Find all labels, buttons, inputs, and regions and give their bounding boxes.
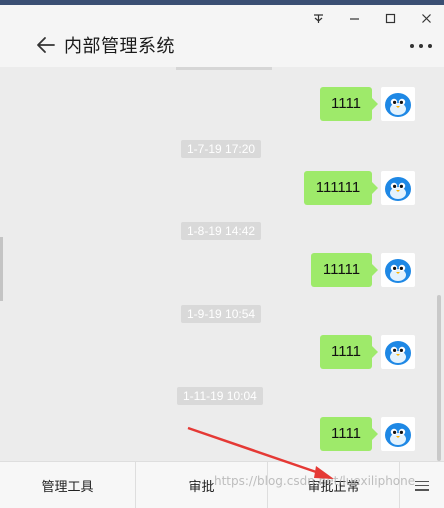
previous-timestamp-stub — [176, 67, 272, 70]
timestamp: 1-7-19 17:20 — [181, 140, 262, 158]
scrollbar-thumb[interactable] — [437, 295, 441, 461]
menu-icon[interactable] — [400, 462, 444, 508]
bird-avatar-icon — [385, 341, 411, 365]
chat-area[interactable]: 1111 1-7-19 17:20 111111 1-8-19 14:42 11… — [0, 67, 444, 461]
maximize-icon[interactable] — [372, 5, 408, 31]
timestamp: 1-9-19 10:54 — [181, 305, 262, 323]
tab-approval[interactable]: 审批 — [136, 462, 268, 508]
avatar[interactable] — [381, 87, 415, 121]
avatar[interactable] — [381, 171, 415, 205]
close-icon[interactable] — [408, 5, 444, 31]
timestamp: 1-8-19 14:42 — [181, 222, 262, 240]
title-bar: 内部管理系统 — [0, 5, 444, 67]
app-window: 内部管理系统 1111 1-7-19 17:20 111111 1-8-19 1… — [0, 5, 444, 508]
tab-approval-normal[interactable]: 审批正常 — [268, 462, 400, 508]
message-bubble[interactable]: 1111 — [320, 417, 378, 451]
window-controls — [300, 5, 444, 31]
more-options-icon[interactable] — [410, 38, 432, 54]
bird-avatar-icon — [385, 93, 411, 117]
message-bubble[interactable]: 1111 — [320, 87, 378, 121]
avatar[interactable] — [381, 253, 415, 287]
avatar[interactable] — [381, 335, 415, 369]
back-arrow-icon[interactable] — [34, 33, 58, 57]
timestamp: 1-11-19 10:04 — [177, 387, 263, 405]
message-bubble[interactable]: 111111 — [304, 171, 378, 205]
pin-icon[interactable] — [300, 5, 336, 31]
tab-management-tools[interactable]: 管理工具 — [0, 462, 136, 508]
avatar[interactable] — [381, 417, 415, 451]
bird-avatar-icon — [385, 177, 411, 201]
page-title: 内部管理系统 — [64, 36, 175, 57]
message-bubble[interactable]: 1111 — [320, 335, 378, 369]
minimize-icon[interactable] — [336, 5, 372, 31]
message-bubble[interactable]: 11111 — [311, 253, 378, 287]
left-edge-marker — [0, 237, 3, 301]
bird-avatar-icon — [385, 423, 411, 447]
bottom-menu-bar: 管理工具 审批 审批正常 — [0, 461, 444, 508]
bird-avatar-icon — [385, 259, 411, 283]
